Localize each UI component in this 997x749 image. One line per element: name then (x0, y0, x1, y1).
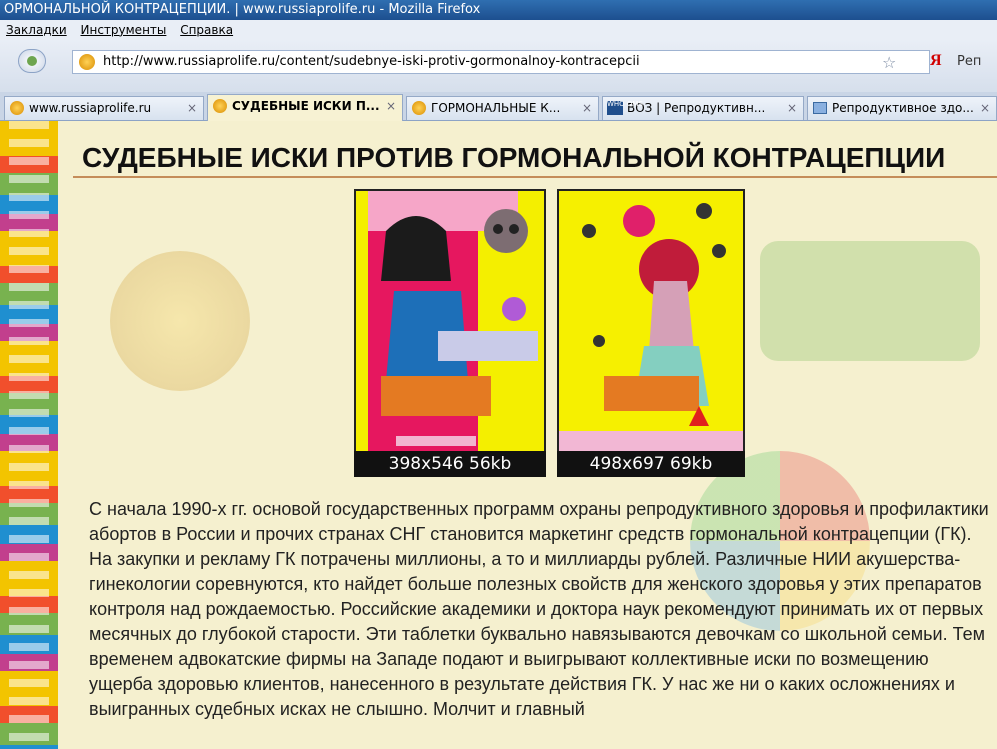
download-icon[interactable] (18, 49, 46, 73)
address-bar[interactable]: http://www.russiaprolife.ru/content/sude… (72, 50, 930, 74)
page-icon (813, 102, 827, 114)
tab-label: Репродуктивное здо... (832, 101, 974, 115)
tab-strip: www.russiaprolife.ru × СУДЕБНЫЕ ИСКИ П..… (0, 92, 997, 121)
poster-illustration-1 (356, 191, 544, 473)
close-icon[interactable]: × (582, 97, 592, 119)
tab-label: ВОЗ | Репродуктивн... (627, 101, 766, 115)
globe-icon (412, 101, 426, 115)
tab-gormonalnye[interactable]: ГОРМОНАЛЬНЫЕ К... × (406, 96, 599, 120)
menu-bar: Закладки Инструменты Справка (0, 20, 997, 40)
article: СУДЕБНЫЕ ИСКИ ПРОТИВ ГОРМОНАЛЬНОЙ КОНТРА… (71, 121, 997, 749)
close-icon[interactable]: × (980, 97, 990, 119)
navigation-toolbar: http://www.russiaprolife.ru/content/sude… (0, 40, 997, 92)
close-icon[interactable]: × (386, 95, 396, 117)
tab-label: www.russiaprolife.ru (29, 101, 152, 115)
close-icon[interactable]: × (787, 97, 797, 119)
title-divider (73, 176, 997, 178)
yandex-icon[interactable]: Я (930, 52, 942, 70)
close-icon[interactable]: × (187, 97, 197, 119)
menu-tools[interactable]: Инструменты (81, 23, 167, 37)
tab-label: ГОРМОНАЛЬНЫЕ К... (431, 101, 561, 115)
tab-label: СУДЕБНЫЕ ИСКИ П... (232, 99, 380, 113)
page-title: СУДЕБНЫЕ ИСКИ ПРОТИВ ГОРМОНАЛЬНОЙ КОНТРА… (82, 142, 946, 173)
menu-help[interactable]: Справка (180, 23, 233, 37)
site-favicon-icon (79, 54, 95, 70)
yandex-search-label[interactable]: Реп (957, 54, 981, 69)
article-body: С начала 1990-х гг. основой государствен… (89, 499, 989, 719)
bookmark-star-icon[interactable]: ☆ (882, 53, 896, 72)
decorative-border (0, 121, 58, 749)
page-viewport: СУДЕБНЫЕ ИСКИ ПРОТИВ ГОРМОНАЛЬНОЙ КОНТРА… (0, 121, 997, 749)
menu-bookmarks[interactable]: Закладки (6, 23, 67, 37)
window-title: ОРМОНАЛЬНОЙ КОНТРАЦЕПЦИИ. | www.russiapr… (0, 0, 997, 20)
url-text: http://www.russiaprolife.ru/content/sude… (103, 54, 640, 69)
poster-image-1[interactable] (354, 189, 546, 475)
tab-reproduktivnoe[interactable]: Репродуктивное здо... × (807, 96, 997, 120)
image-caption-1: 398x546 56kb (354, 451, 546, 477)
poster-image-2[interactable] (557, 189, 745, 475)
poster-illustration-2 (559, 191, 743, 473)
tab-russiaprolife[interactable]: www.russiaprolife.ru × (4, 96, 204, 120)
image-caption-2: 498x697 69kb (557, 451, 745, 477)
globe-icon (213, 99, 227, 113)
globe-icon (10, 101, 24, 115)
tab-sudebnye-iski[interactable]: СУДЕБНЫЕ ИСКИ П... × (207, 94, 403, 121)
who-logo-icon: WHO OMS (607, 101, 643, 115)
tab-voz[interactable]: WHO OMS ВОЗ | Репродуктивн... × (602, 96, 804, 120)
